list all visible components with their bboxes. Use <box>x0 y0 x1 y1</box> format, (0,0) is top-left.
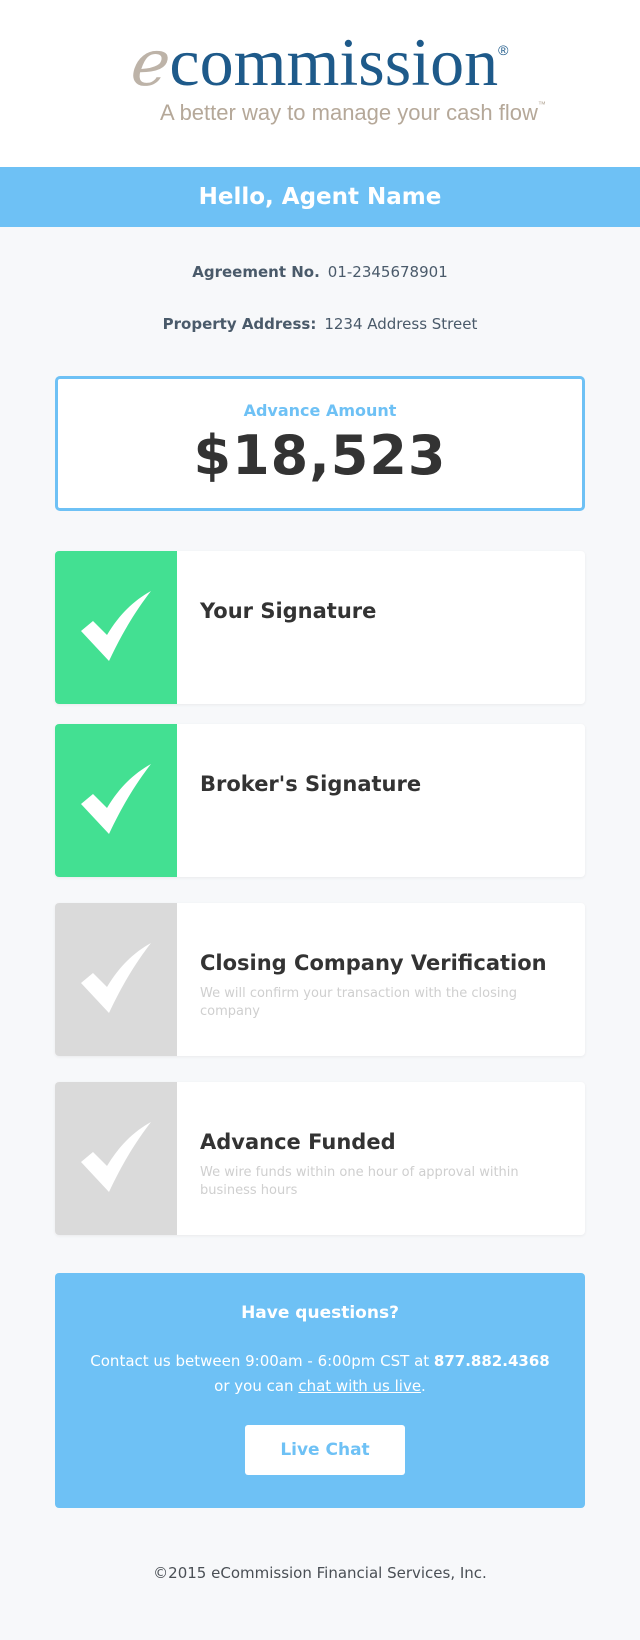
agreement-number-label: Agreement No. <box>192 263 320 281</box>
help-title: Have questions? <box>241 1303 399 1323</box>
advance-amount-box: Advance Amount $18,523 <box>55 376 585 511</box>
step-card-advance-funded: Advance Funded We wire funds within one … <box>55 1082 585 1235</box>
step-description: We will confirm your transaction with th… <box>200 986 517 1019</box>
checkmark-icon <box>81 764 151 834</box>
step-description: We wire funds within one hour of approva… <box>200 1165 519 1198</box>
step-status-complete <box>55 551 177 704</box>
greeting-bar: Hello, Agent Name <box>0 167 640 227</box>
checkmark-icon <box>81 591 151 661</box>
agreement-number-row: Agreement No. 01-2345678901 <box>0 263 640 281</box>
logo-tagline: A better way to manage your cash flow™ <box>160 100 546 126</box>
advance-amount-label: Advance Amount <box>243 401 397 420</box>
step-status-pending <box>55 903 177 1056</box>
live-chat-button[interactable]: Live Chat <box>245 1425 405 1475</box>
help-text-after: . <box>421 1377 426 1395</box>
step-title: Broker's Signature <box>200 772 422 796</box>
logo-tagline-text: A better way to manage your cash flow <box>160 100 538 125</box>
help-text-before: Contact us between 9:00am - 6:00pm CST a… <box>90 1352 434 1370</box>
footer-copyright: ©2015 eCommission Financial Services, In… <box>153 1564 487 1582</box>
step-title: Your Signature <box>200 599 377 623</box>
step-title: Advance Funded <box>200 1130 396 1154</box>
step-title: Closing Company Verification <box>200 951 547 975</box>
greeting-text: Hello, Agent Name <box>198 184 442 210</box>
advance-amount-value: $18,523 <box>193 424 447 487</box>
logo-trademark: ™ <box>537 100 546 109</box>
step-card-your-signature: Your Signature <box>55 551 585 704</box>
logo-registered-mark: ® <box>498 42 509 58</box>
step-card-broker-signature: Broker's Signature <box>55 724 585 877</box>
help-panel: Have questions? Contact us between 9:00a… <box>55 1273 585 1508</box>
checkmark-icon <box>81 943 151 1013</box>
checkmark-icon <box>81 1122 151 1192</box>
help-phone-number[interactable]: 877.882.4368 <box>434 1352 550 1370</box>
step-status-complete <box>55 724 177 877</box>
property-address-label: Property Address: <box>162 315 317 333</box>
step-card-closing-verification: Closing Company Verification We will con… <box>55 903 585 1056</box>
property-address-row: Property Address: 1234 Address Street <box>0 315 640 333</box>
help-text: Contact us between 9:00am - 6:00pm CST a… <box>85 1349 555 1399</box>
step-status-pending <box>55 1082 177 1235</box>
chat-live-link[interactable]: chat with us live <box>298 1377 421 1395</box>
logo-wordmark: commission <box>169 24 499 100</box>
help-text-middle: or you can <box>214 1377 299 1395</box>
header-logo-area: ecommission® A better way to manage your… <box>0 0 640 167</box>
agreement-number-value: 01-2345678901 <box>327 263 448 281</box>
ecommission-logo: ecommission® <box>0 27 640 101</box>
property-address-value: 1234 Address Street <box>324 315 478 333</box>
logo-e-letter: e <box>126 27 175 101</box>
